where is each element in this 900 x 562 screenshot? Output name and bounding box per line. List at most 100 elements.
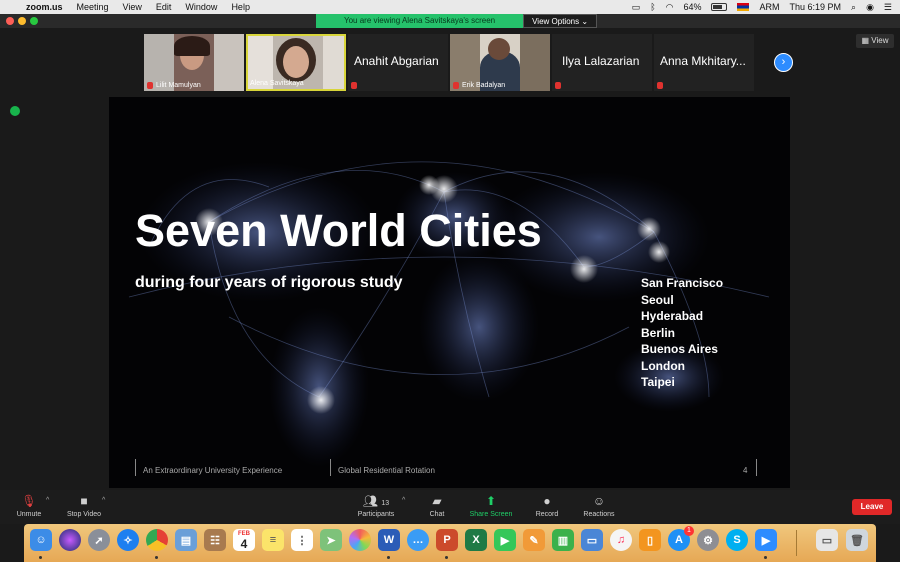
facetime-icon[interactable]: ▶ (494, 529, 516, 551)
slide-footer-middle: Global Residential Rotation (338, 466, 435, 475)
launchpad-rocket-icon[interactable]: ➚ (88, 529, 110, 551)
participant-hair (174, 36, 210, 56)
safari-compass-icon[interactable]: ✧ (117, 529, 139, 551)
audio-options-chevron-icon[interactable]: ^ (46, 497, 49, 504)
leave-meeting-button[interactable]: Leave (852, 499, 892, 515)
battery-icon[interactable] (711, 3, 728, 11)
running-indicator (39, 556, 42, 559)
skype-icon[interactable]: S (726, 529, 748, 551)
stop-video-button[interactable]: ■ Stop Video (62, 494, 106, 518)
fullscreen-window-button[interactable] (30, 17, 38, 25)
view-layout-label: View (871, 36, 889, 45)
word-icon[interactable]: W (378, 529, 400, 551)
menu-edit[interactable]: Edit (156, 2, 172, 12)
participants-button[interactable]: 👥︎ 13 Participants (352, 494, 400, 518)
view-layout-button[interactable]: ▦ View (856, 34, 894, 48)
downloads-stack-icon[interactable]: ▭ (816, 529, 838, 551)
contacts-icon[interactable]: ☷ (204, 529, 226, 551)
record-icon: ● (543, 494, 551, 508)
participant-tile[interactable]: Lilit Mamulyan (144, 34, 244, 91)
app-store-badge: 1 (684, 526, 694, 536)
slide-page-number: 4 (743, 466, 748, 475)
record-label: Record (535, 511, 559, 518)
clock[interactable]: Thu 6:19 PM (789, 2, 841, 12)
city-list-item: Berlin (641, 325, 676, 340)
footer-divider (756, 459, 757, 476)
footer-divider (330, 459, 331, 476)
record-button[interactable]: ● Record (532, 494, 562, 518)
participants-options-chevron-icon[interactable]: ^ (402, 497, 405, 504)
excel-icon[interactable]: X (465, 529, 487, 551)
unmute-button[interactable]: 🎙︎ Unmute (12, 494, 46, 518)
reactions-label: Reactions (583, 511, 615, 518)
participant-tile[interactable]: Anahit Abgarian (348, 34, 448, 91)
spotlight-search-icon[interactable]: ⌕ (851, 2, 856, 13)
photos-icon[interactable] (349, 529, 371, 551)
chat-button[interactable]: ▰ Chat (424, 494, 450, 518)
running-indicator (155, 556, 158, 559)
encryption-shield-icon[interactable] (10, 106, 20, 116)
video-options-chevron-icon[interactable]: ^ (102, 497, 105, 504)
close-window-button[interactable] (6, 17, 14, 25)
keynote-icon[interactable]: ▭ (581, 529, 603, 551)
calendar-icon[interactable]: FEB 4 (233, 529, 255, 551)
menu-view[interactable]: View (123, 2, 142, 12)
bluetooth-icon[interactable]: ᛒ (650, 2, 655, 12)
chat-bubble-icon: ▰ (432, 494, 442, 508)
input-source-label[interactable]: ARM (759, 2, 779, 12)
chevron-down-icon: ⌄ (581, 17, 589, 26)
calendar-day: 4 (240, 536, 248, 551)
screen-share-banner: You are viewing Alena Savitskaya's scree… (316, 14, 598, 28)
pages-icon[interactable]: ✎ (523, 529, 545, 551)
notes-icon[interactable]: ≡ (262, 529, 284, 551)
menu-meeting[interactable]: Meeting (77, 2, 109, 12)
participant-name-large: Ilya Lalazarian (562, 54, 640, 68)
slide-subtitle: during four years of rigorous study (135, 274, 403, 291)
city-list-item: Buenos Aires (641, 342, 718, 356)
reactions-smiley-icon: ☺ (592, 494, 606, 508)
share-banner-message: You are viewing Alena Savitskaya's scree… (316, 14, 524, 28)
system-preferences-gear-icon[interactable]: ⚙ (697, 529, 719, 551)
participant-tile[interactable]: Anna Mkhitary... (654, 34, 754, 91)
maps-icon[interactable]: ➤ (320, 529, 342, 551)
menu-help[interactable]: Help (231, 2, 250, 12)
muted-mic-icon (657, 82, 663, 89)
reactions-button[interactable]: ☺ Reactions (580, 494, 618, 518)
zoom-icon[interactable]: ▶ (755, 529, 777, 551)
app-menu-zoom[interactable]: zoom.us (26, 2, 63, 12)
books-icon[interactable]: ▯ (639, 529, 661, 551)
wifi-icon[interactable]: ◠ (666, 2, 674, 13)
share-screen-button[interactable]: ⬆ Share Screen (466, 494, 516, 518)
notification-center-icon[interactable]: ☰ (884, 2, 892, 13)
menu-window[interactable]: Window (185, 2, 217, 12)
messages-icon[interactable]: … (407, 529, 429, 551)
preview-icon[interactable]: ▤ (175, 529, 197, 551)
participants-count: 13 (381, 500, 390, 507)
next-page-chevron-icon[interactable]: › (774, 53, 793, 72)
reminders-icon[interactable]: ⋮ (291, 529, 313, 551)
powerpoint-icon[interactable]: P (436, 529, 458, 551)
participants-label: Participants (357, 511, 395, 518)
siri-icon[interactable] (59, 529, 81, 551)
participant-tile[interactable]: Ilya Lalazarian (552, 34, 652, 91)
trash-icon[interactable]: 🗑︎ (846, 529, 868, 551)
minimize-window-button[interactable] (18, 17, 26, 25)
view-options-button[interactable]: View Options ⌄ (523, 14, 598, 28)
muted-mic-icon (453, 82, 459, 89)
grid-icon: ▦ (861, 36, 870, 45)
user-avatar-icon[interactable]: ◉ (866, 2, 874, 13)
muted-microphone-icon: 🎙︎ (21, 494, 37, 508)
participant-name: Erik Badalyan (462, 82, 506, 89)
finder-icon[interactable]: ☺ (30, 529, 52, 551)
participant-tile[interactable]: Erik Badalyan (450, 34, 550, 91)
screen-share-status-icon[interactable]: ▭ (632, 2, 641, 13)
chrome-icon[interactable] (146, 529, 168, 551)
participant-face (283, 46, 309, 78)
numbers-icon[interactable]: ▥ (552, 529, 574, 551)
music-icon[interactable]: ♫ (610, 529, 632, 551)
macos-dock: ☺ ➚ ✧ ▤ ☷ FEB 4 ≡ ⋮ ➤ W … P X ▶ ✎ ▥ ▭ ♫ … (24, 524, 876, 562)
participant-tile-active-speaker[interactable]: Alena Savitskaya (246, 34, 346, 91)
unmute-label: Unmute (16, 511, 42, 518)
stop-video-label: Stop Video (66, 511, 102, 518)
share-screen-label: Share Screen (469, 511, 513, 518)
